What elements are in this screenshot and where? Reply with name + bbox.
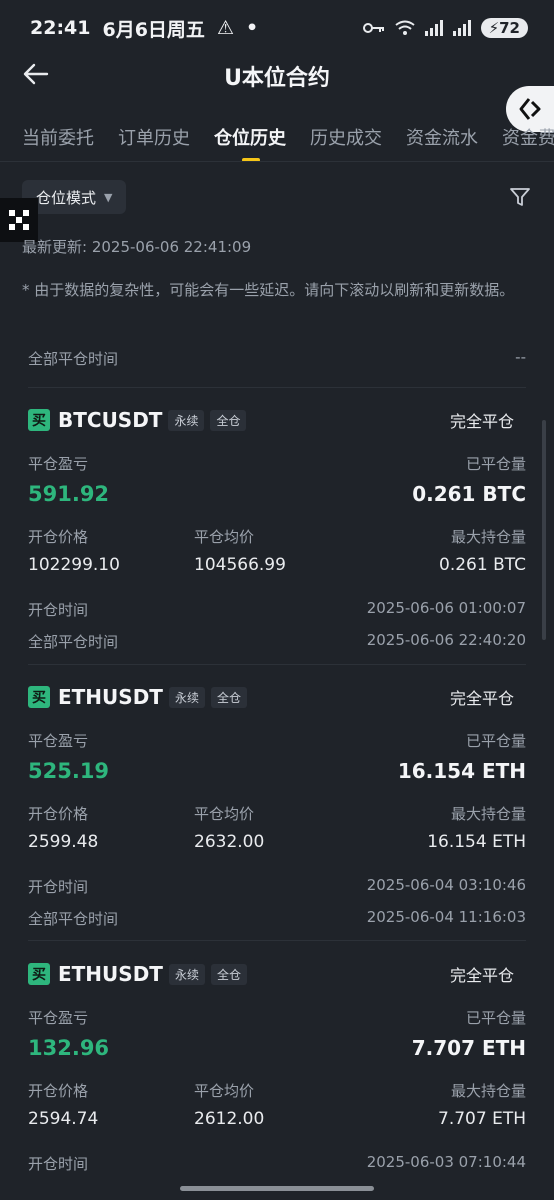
closed-qty-label: 已平仓量 (465, 455, 526, 473)
close-avg-label: 平仓均价 (194, 1082, 255, 1100)
tab-trade-history[interactable]: 历史成交 (310, 112, 382, 161)
open-time-label: 开仓时间 (28, 1155, 89, 1173)
closed-qty-label: 已平仓量 (465, 732, 526, 750)
open-price-label: 开仓价格 (28, 528, 89, 546)
closed-qty-value: 7.707 ETH (411, 1036, 526, 1060)
status-time: 22:41 (30, 17, 91, 39)
open-price-label: 开仓价格 (28, 805, 89, 823)
position-status: 完全平仓 (449, 966, 514, 985)
buy-badge: 买 (28, 686, 50, 708)
closed-qty-value: 16.154 ETH (397, 759, 526, 783)
closed-qty-label: 已平仓量 (465, 1009, 526, 1027)
position-card[interactable]: 买 ETHUSDT 永续 全仓 完全平仓 平仓盈亏 已平仓量 132.96 7.… (28, 961, 526, 1173)
position-status: 完全平仓 (449, 412, 514, 431)
position-card[interactable]: 买 ETHUSDT 永续 全仓 完全平仓 平仓盈亏 已平仓量 525.19 16… (28, 684, 526, 928)
position-symbol: ETHUSDT (58, 962, 163, 986)
pnl-value: 132.96 (28, 1036, 110, 1060)
overall-close-time: 全部平仓时间 -- (28, 348, 526, 372)
page-title: U本位合约 (224, 66, 330, 91)
signal-2-icon (452, 20, 471, 36)
pnl-value: 591.92 (28, 482, 110, 506)
max-position-label: 最大持仓量 (450, 528, 526, 546)
position-card[interactable]: 买 BTCUSDT 永续 全仓 完全平仓 平仓盈亏 已平仓量 591.92 0.… (28, 407, 526, 651)
back-arrow-icon (23, 63, 49, 85)
perpetual-tag: 永续 (168, 963, 205, 985)
position-symbol: BTCUSDT (58, 408, 163, 432)
close-avg-label: 平仓均价 (194, 805, 255, 823)
signal-icon (424, 20, 443, 36)
max-position-label: 最大持仓量 (450, 1082, 526, 1100)
home-indicator[interactable] (180, 1186, 374, 1191)
open-time-label: 开仓时间 (28, 878, 89, 896)
tab-transaction-history[interactable]: 资金流水 (406, 112, 478, 161)
overall-close-time-value: -- (515, 348, 526, 366)
close-avg-value: 2612.00 (194, 1109, 265, 1129)
position-mode-label: 仓位模式 (36, 188, 97, 207)
max-position-value: 0.261 BTC (439, 555, 526, 575)
open-time-value: 2025-06-04 03:10:46 (366, 876, 526, 894)
max-position-label: 最大持仓量 (450, 805, 526, 823)
scrollbar[interactable] (542, 420, 546, 640)
open-price-label: 开仓价格 (28, 1082, 89, 1100)
close-time-label: 全部平仓时间 (28, 633, 119, 651)
position-status: 完全平仓 (449, 689, 514, 708)
last-updated: 最新更新: 2025-06-06 22:41:09 (22, 238, 252, 256)
cross-margin-tag: 全仓 (210, 963, 247, 985)
pnl-label: 平仓盈亏 (28, 1009, 89, 1027)
key-icon (362, 23, 384, 33)
tab-open-orders[interactable]: 当前委托 (22, 112, 94, 161)
battery-indicator: ⚡72 (480, 18, 528, 38)
perpetual-tag: 永续 (168, 409, 205, 431)
divider (28, 664, 526, 665)
tab-funding-fee[interactable]: 资金费 (502, 112, 554, 161)
status-bar: 22:41 6月6日周五 ⚠ • ⚡72 (0, 0, 554, 56)
close-avg-label: 平仓均价 (194, 528, 255, 546)
qr-icon (9, 210, 29, 230)
page-header: U本位合约 (0, 56, 554, 96)
close-time-value: 2025-06-06 22:40:20 (366, 631, 526, 649)
battery-level: 72 (499, 19, 520, 37)
open-price-value: 2594.74 (28, 1109, 99, 1129)
notification-dot: • (245, 17, 259, 39)
pnl-label: 平仓盈亏 (28, 732, 89, 750)
open-time-value: 2025-06-06 01:00:07 (366, 599, 526, 617)
max-position-value: 7.707 ETH (438, 1109, 526, 1129)
close-time-value: 2025-06-04 11:16:03 (366, 908, 526, 926)
close-time-label: 全部平仓时间 (28, 910, 119, 928)
wifi-icon (394, 20, 415, 35)
pnl-value: 525.19 (28, 759, 110, 783)
open-price-value: 102299.10 (28, 555, 120, 575)
filter-row: 仓位模式 ▼ (22, 180, 532, 214)
position-symbol: ETHUSDT (58, 685, 163, 709)
cross-margin-tag: 全仓 (210, 686, 247, 708)
buy-badge: 买 (28, 409, 50, 431)
closed-qty-value: 0.261 BTC (412, 482, 526, 506)
max-position-value: 16.154 ETH (427, 832, 526, 852)
cross-margin-tag: 全仓 (210, 409, 247, 431)
tab-position-history[interactable]: 仓位历史 (214, 112, 286, 161)
divider (28, 387, 526, 388)
overall-close-time-label: 全部平仓时间 (28, 350, 119, 368)
tab-bar: 当前委托 订单历史 仓位历史 历史成交 资金流水 资金费 (0, 112, 554, 162)
status-date: 6月6日周五 (102, 18, 205, 41)
caret-down-icon: ▼ (104, 190, 113, 204)
pnl-label: 平仓盈亏 (28, 455, 89, 473)
open-time-label: 开仓时间 (28, 601, 89, 619)
buy-badge: 买 (28, 963, 50, 985)
filter-icon[interactable] (508, 185, 532, 209)
warning-icon: ⚠ (216, 17, 234, 39)
perpetual-tag: 永续 (168, 686, 205, 708)
tab-order-history[interactable]: 订单历史 (118, 112, 190, 161)
delay-note: * 由于数据的复杂性，可能会有一些延迟。请向下滚动以刷新和更新数据。 (22, 281, 515, 299)
close-avg-value: 2632.00 (194, 832, 265, 852)
divider (28, 940, 526, 941)
back-button[interactable] (22, 60, 54, 92)
open-price-value: 2599.48 (28, 832, 99, 852)
close-avg-value: 104566.99 (194, 555, 286, 575)
open-time-value: 2025-06-03 07:10:44 (366, 1153, 526, 1171)
